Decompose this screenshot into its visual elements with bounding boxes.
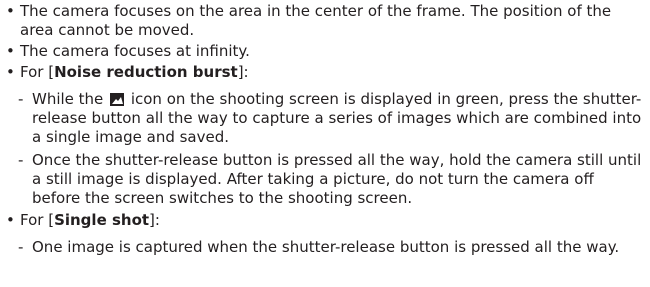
landscape-icon [110, 93, 125, 106]
bullet-item: • For [Noise reduction burst]: [6, 63, 646, 82]
mode-name: Noise reduction burst [54, 63, 238, 81]
dash-marker: - [18, 238, 24, 256]
document-body: • The camera focuses on the area in the … [6, 2, 646, 257]
bullet-suffix: ]: [237, 63, 249, 81]
sub-item: - Once the shutter-release button is pre… [6, 151, 646, 208]
bullet-text: The camera focuses on the area in the ce… [20, 2, 612, 39]
sub-item-text: Once the shutter-release button is press… [32, 151, 642, 207]
bullet-item: • The camera focuses at infinity. [6, 42, 646, 61]
bullet-text: The camera focuses at infinity. [20, 42, 250, 60]
sub-item-text: While the icon on the shooting screen is… [32, 90, 641, 146]
sub-item: - While the icon on the shooting screen … [6, 90, 646, 147]
text-before-icon: While the [32, 90, 109, 108]
bullet-prefix: For [ [20, 63, 55, 81]
bullet-heading: For [Noise reduction burst]: [20, 63, 249, 81]
bullet-item: • The camera focuses on the area in the … [6, 2, 646, 40]
dash-marker: - [18, 151, 24, 169]
bullet-marker: • [6, 211, 15, 229]
mode-name: Single shot [54, 211, 150, 229]
bullet-suffix: ]: [149, 211, 160, 229]
bullet-marker: • [6, 63, 15, 81]
bullet-item: • For [Single shot]: [6, 211, 646, 230]
bullet-marker: • [6, 2, 15, 20]
sub-item: - One image is captured when the shutter… [6, 238, 646, 257]
sub-item-text: One image is captured when the shutter-r… [32, 238, 620, 256]
bullet-marker: • [6, 42, 15, 60]
bullet-heading: For [Single shot]: [20, 211, 160, 229]
dash-marker: - [18, 90, 24, 108]
bullet-prefix: For [ [20, 211, 55, 229]
